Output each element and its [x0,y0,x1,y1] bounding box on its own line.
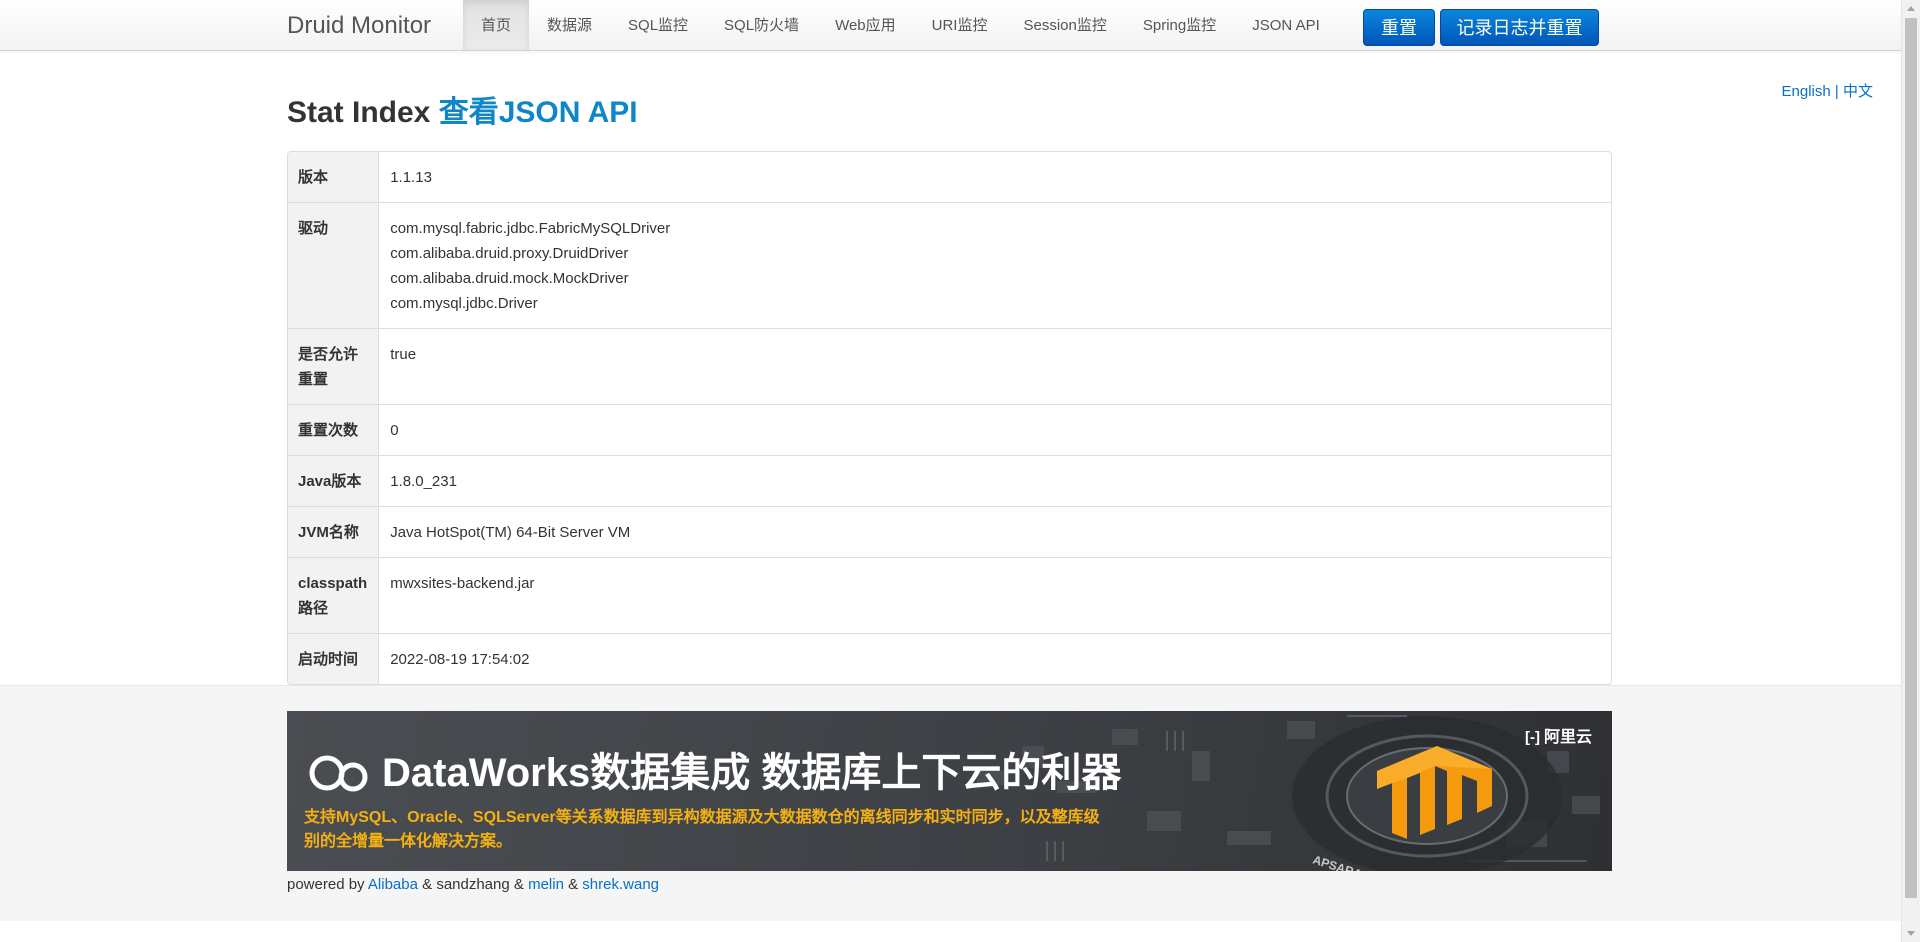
row-value-reset-enable: true [379,328,1611,404]
row-label-version: 版本 [288,152,380,202]
log-and-reset-button[interactable]: 记录日志并重置 [1440,9,1599,46]
alibaba-link[interactable]: Alibaba [368,876,418,893]
main-nav: 首页 数据源 SQL监控 SQL防火墙 Web应用 URI监控 Session监… [463,0,1338,50]
row-label-jvm-name: JVM名称 [288,506,380,557]
amp-separator: & [568,876,579,893]
row-label-drivers: 驱动 [288,202,380,328]
sandzhang-text: sandzhang [436,876,510,893]
nav-link-wall[interactable]: SQL防火墙 [706,0,817,50]
row-label-reset-enable: 是否允许重置 [288,328,380,404]
lang-english-link[interactable]: English [1782,83,1831,100]
nav-item-json-api: JSON API [1234,0,1338,50]
nav-link-webapp[interactable]: Web应用 [817,0,914,50]
language-switch: English | 中文 [1782,80,1873,101]
scroll-down-arrow-icon[interactable] [1907,931,1915,936]
driver-item: com.alibaba.druid.proxy.DruidDriver [390,245,629,262]
banner-subtitle: 支持MySQL、Oracle、SQLServer等关系数据库到异构数据源及大数据… [304,809,1100,850]
nav-item-home: 首页 [463,0,530,50]
top-navbar: Druid Monitor 首页 数据源 SQL监控 SQL防火墙 Web应用 … [0,0,1902,51]
nav-item-spring: Spring监控 [1125,0,1234,50]
reset-button[interactable]: 重置 [1363,9,1435,46]
melin-link[interactable]: melin [528,876,564,893]
scroll-thumb[interactable] [1905,18,1917,898]
driver-item: com.mysql.jdbc.Driver [390,295,538,312]
shrek-wang-link[interactable]: shrek.wang [582,876,659,893]
powered-by-line: powered by Alibaba & sandzhang & melin &… [287,876,659,893]
nav-link-spring[interactable]: Spring监控 [1125,0,1234,50]
nav-link-json-api[interactable]: JSON API [1234,0,1338,50]
table-row-version: 版本 1.1.13 [288,152,1611,202]
nav-item-sql: SQL监控 [610,0,706,50]
lang-separator: | [1834,83,1839,100]
table-row-drivers: 驱动 com.mysql.fabric.jdbc.FabricMySQLDriv… [288,202,1611,328]
nav-link-session[interactable]: Session监控 [1005,0,1124,50]
row-label-classpath: classpath路径 [288,557,380,633]
row-label-reset-count: 重置次数 [288,404,380,455]
nav-item-webapp: Web应用 [817,0,914,50]
row-value-version: 1.1.13 [390,169,432,186]
table-row-start-time: 启动时间 2022-08-19 17:54:02 [288,633,1611,684]
banner-title: DataWorks数据集成 数据库上下云的利器 [382,751,1122,795]
row-value-classpath: mwxsites-backend.jar [379,557,1611,633]
scroll-up-arrow-icon[interactable] [1907,6,1915,11]
dataworks-ad-banner[interactable]: APSARA DataWorks数据集成 数据库上下云的利器 支持MySQL、O… [287,711,1612,871]
table-row-jvm-name: JVM名称 Java HotSpot(TM) 64-Bit Server VM [288,506,1611,557]
dataworks-logo-icon [309,755,368,792]
row-value-java-version: 1.8.0_231 [379,455,1611,506]
row-value-start-time: 2022-08-19 17:54:02 [379,633,1611,684]
row-label-start-time: 启动时间 [288,633,380,684]
page-title-text: Stat Index [287,96,431,129]
table-row-reset-count: 重置次数 0 [288,404,1611,455]
footer: APSARA DataWorks数据集成 数据库上下云的利器 支持MySQL、O… [0,685,1902,921]
nav-item-session: Session监控 [1005,0,1124,50]
stat-table: 版本 1.1.13 驱动 com.mysql.fabric.jdbc.Fabri… [287,151,1612,685]
driver-item: com.mysql.fabric.jdbc.FabricMySQLDriver [390,220,671,237]
driver-item: com.alibaba.druid.mock.MockDriver [390,270,629,287]
table-row-classpath: classpath路径 mwxsites-backend.jar [288,557,1611,633]
nav-link-sql[interactable]: SQL监控 [610,0,706,50]
powered-by-text: powered by [287,876,365,893]
row-value-drivers: com.mysql.fabric.jdbc.FabricMySQLDriver … [379,202,1611,328]
table-row-java-version: Java版本 1.8.0_231 [288,455,1611,506]
table-row-reset-enable: 是否允许重置 true [288,328,1611,404]
aliyun-brand-text: 阿里云 [1543,729,1592,746]
nav-link-datasource[interactable]: 数据源 [529,0,610,50]
page-scrollbar[interactable] [1901,0,1920,942]
nav-item-wall: SQL防火墙 [706,0,817,50]
brand-link[interactable]: Druid Monitor [287,12,431,40]
row-value-jvm-name: Java HotSpot(TM) 64-Bit Server VM [379,506,1611,557]
row-label-java-version: Java版本 [288,455,380,506]
aliyun-logo-icon: [-] [1524,729,1540,746]
nav-link-uri[interactable]: URI监控 [914,0,1006,50]
page-title: Stat Index 查看JSON API [287,95,638,131]
nav-item-uri: URI监控 [914,0,1006,50]
nav-item-datasource: 数据源 [529,0,610,50]
amp-separator: & [513,876,524,893]
row-value-reset-count: 0 [379,404,1611,455]
amp-separator: & [422,876,433,893]
json-api-link[interactable]: 查看JSON API [439,96,638,129]
lang-chinese-link[interactable]: 中文 [1843,83,1873,100]
aliyun-brand: [-] 阿里云 [1525,723,1592,747]
nav-link-home[interactable]: 首页 [463,0,530,50]
